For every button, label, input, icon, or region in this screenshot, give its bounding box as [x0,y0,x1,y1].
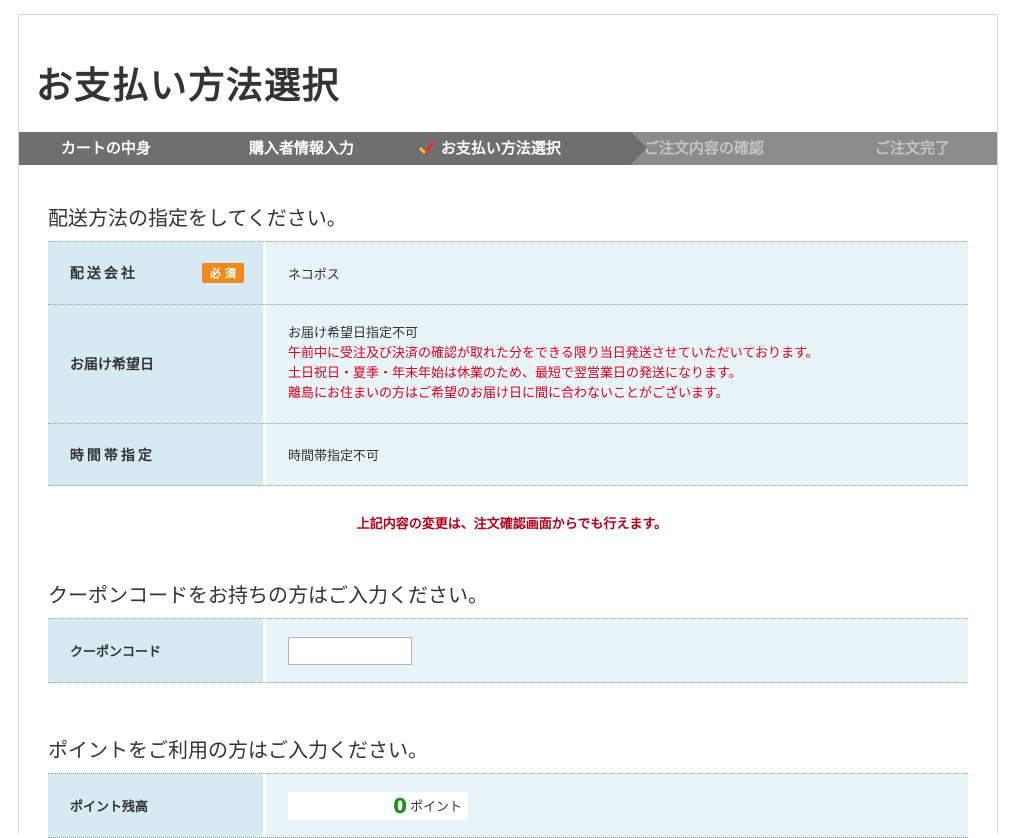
coupon-label: クーポンコード [48,619,266,682]
coupon-code-input[interactable] [288,636,412,665]
delivery-company-value: ネコポス [266,242,968,304]
delivery-company-label: 配送会社 必 須 [48,242,266,304]
delivery-time-value: 時間帯指定不可 [266,424,968,485]
required-badge: 必 須 [202,263,244,283]
points-table: ポイント残高 0 ポイント [48,773,968,838]
delivery-company-row: 配送会社 必 須 ネコポス [48,242,968,305]
page-title: お支払い方法選択 [36,64,340,107]
step-confirm: ご注文内容の確認 [644,139,765,157]
delivery-time-label: 時間帯指定 [48,424,266,485]
delivery-time-row: 時間帯指定 時間帯指定不可 [48,424,968,486]
change-notice: 上記内容の変更は、注文確認画面からでも行えます。 [356,517,668,532]
delivery-heading: 配送方法の指定をしてください。 [48,206,347,230]
checkout-steps: カートの中身 購入者情報入力 お支払い方法選択 ご注文内容の確認 ご注文完了 [19,132,997,165]
delivery-date-label: お届け希望日 [48,305,266,423]
delivery-note-2: 土日祝日・夏季・年末年始は休業のため、最短で翌営業日の発送になります。 [288,366,742,381]
points-balance-label: ポイント残高 [48,774,266,837]
coupon-row: クーポンコード [48,619,968,683]
delivery-note-1: 午前中に受注及び決済の確認が取れた分をできる限り当日発送させていただいております… [288,346,819,361]
points-balance-value: 0 [393,793,407,818]
step-payment-label: お支払い方法選択 [441,139,562,157]
delivery-table: 配送会社 必 須 ネコポス お届け希望日 お届け希望日指定不可 午前中に受注及び… [48,241,968,486]
step-complete: ご注文完了 [875,139,951,157]
points-balance-cell: 0 ポイント [266,774,968,837]
delivery-note-3: 離島にお住まいの方はご希望のお届け日に間に合わないことがございます。 [288,386,729,401]
delivery-date-main-note: お届け希望日指定不可 [288,326,419,341]
delivery-company-label-text: 配送会社 [70,266,138,282]
delivery-date-row: お届け希望日 お届け希望日指定不可 午前中に受注及び決済の確認が取れた分をできる… [48,305,968,424]
delivery-date-value: お届け希望日指定不可 午前中に受注及び決済の確認が取れた分をできる限り当日発送さ… [266,305,968,423]
delivery-date-notes: お届け希望日指定不可 午前中に受注及び決済の確認が取れた分をできる限り当日発送さ… [288,324,819,404]
check-icon [418,132,436,165]
coupon-value-cell [266,619,968,682]
points-unit: ポイント [409,800,462,815]
step-buyer-info: 購入者情報入力 [249,139,355,157]
points-heading: ポイントをご利用の方はご入力ください。 [48,738,428,762]
points-balance-row: ポイント残高 0 ポイント [48,774,968,838]
coupon-heading: クーポンコードをお持ちの方はご入力ください。 [48,583,488,607]
step-cart: カートの中身 [61,139,152,157]
step-payment: お支払い方法選択 [418,132,562,165]
points-balance-box: 0 ポイント [288,791,468,820]
coupon-table: クーポンコード [48,618,968,683]
